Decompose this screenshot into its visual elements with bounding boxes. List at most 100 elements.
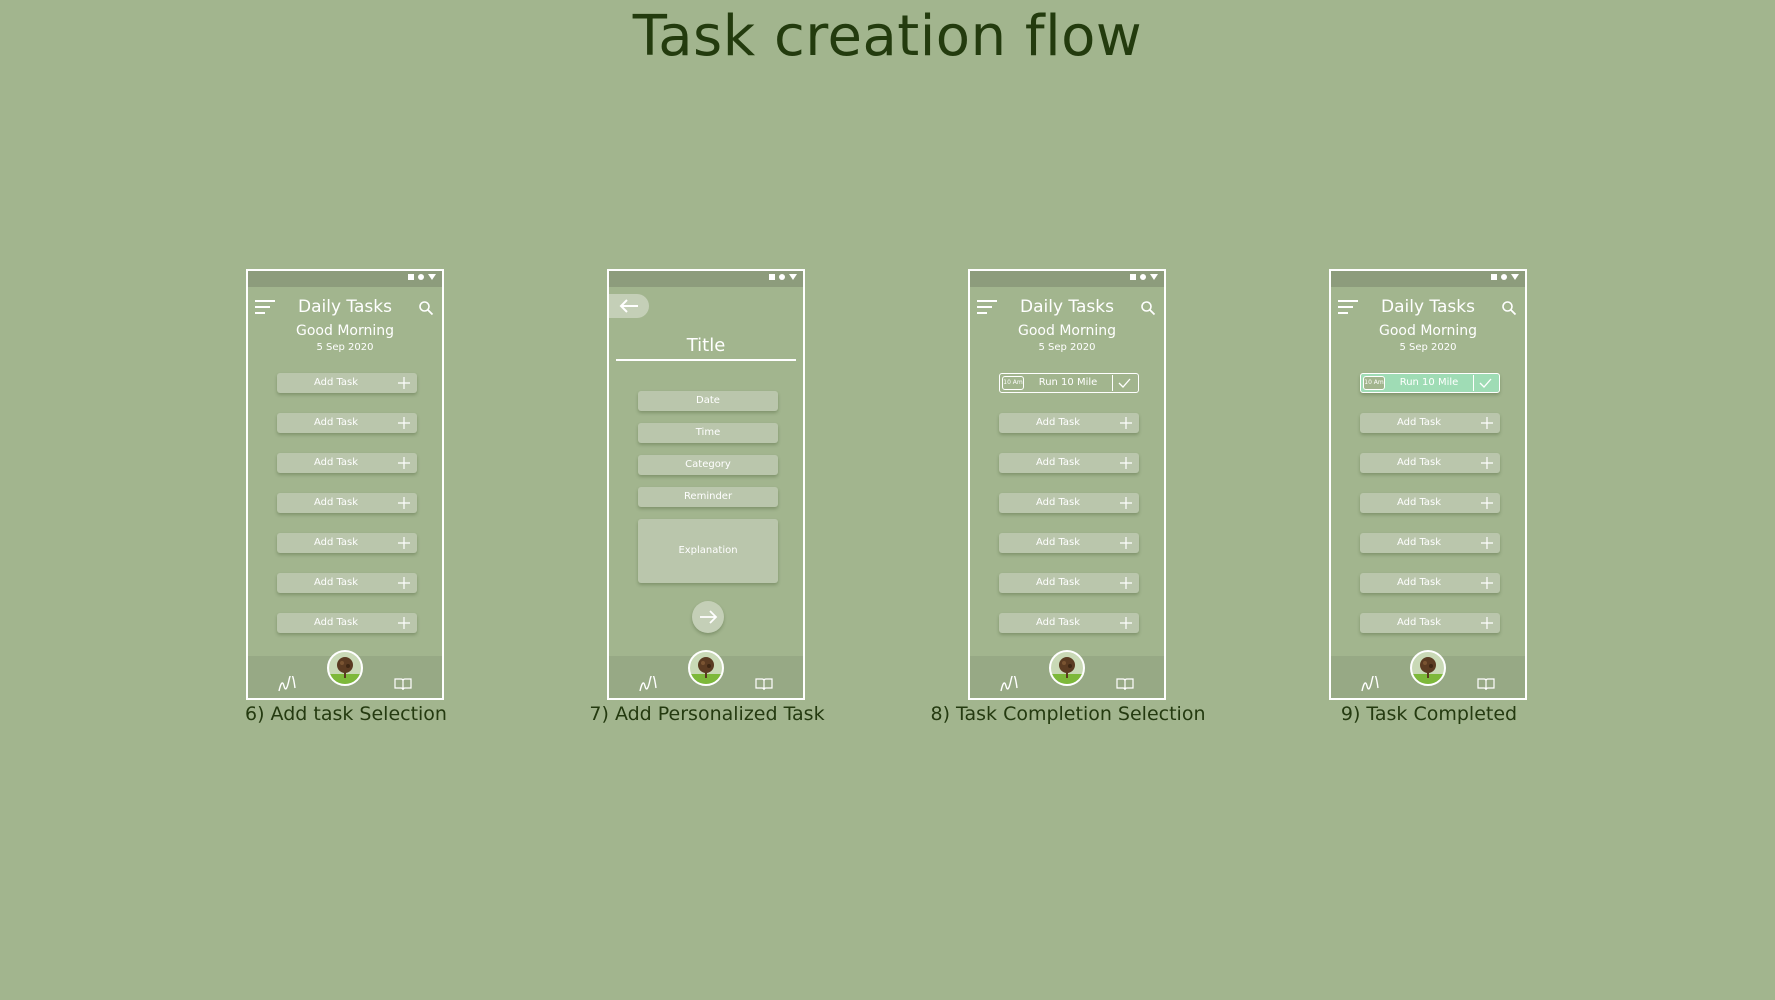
plus-icon bbox=[1120, 497, 1132, 509]
add-task-button[interactable]: Add Task bbox=[999, 533, 1139, 553]
greeting: Good Morning bbox=[1379, 323, 1477, 339]
status-bar bbox=[1331, 271, 1525, 287]
plus-icon bbox=[398, 497, 410, 509]
book-icon[interactable] bbox=[1116, 677, 1134, 691]
add-task-button[interactable]: Add Task bbox=[277, 413, 417, 433]
plus-icon bbox=[1481, 497, 1493, 509]
phone-screen-task-completed: Daily Tasks Good Morning 5 Sep 2020 10 A… bbox=[1329, 269, 1527, 700]
status-bar bbox=[609, 271, 803, 287]
complete-checkbox[interactable] bbox=[1473, 375, 1497, 391]
screen-caption: 9) Task Completed bbox=[1340, 703, 1518, 725]
reminder-field[interactable]: Reminder bbox=[638, 487, 778, 507]
search-icon[interactable] bbox=[1501, 300, 1517, 316]
plus-icon bbox=[1481, 577, 1493, 589]
arrow-left-icon bbox=[619, 299, 638, 313]
title-field[interactable]: Title bbox=[616, 335, 796, 361]
add-task-button[interactable]: Add Task bbox=[277, 453, 417, 473]
date-label: 5 Sep 2020 bbox=[1399, 342, 1457, 353]
complete-checkbox[interactable] bbox=[1112, 375, 1136, 391]
book-icon[interactable] bbox=[755, 677, 773, 691]
category-field[interactable]: Category bbox=[638, 455, 778, 475]
date-label: 5 Sep 2020 bbox=[316, 342, 374, 353]
title-text: Title bbox=[686, 335, 726, 356]
add-task-button[interactable]: Add Task bbox=[277, 373, 417, 393]
search-icon[interactable] bbox=[418, 300, 434, 316]
add-task-button[interactable]: Add Task bbox=[277, 493, 417, 513]
next-button[interactable] bbox=[692, 601, 724, 633]
page-title: Task creation flow bbox=[632, 4, 1143, 69]
plus-icon bbox=[1120, 417, 1132, 429]
add-task-button[interactable]: Add Task bbox=[999, 573, 1139, 593]
activity-wave-icon[interactable] bbox=[639, 676, 657, 692]
add-task-button[interactable]: Add Task bbox=[277, 533, 417, 553]
greeting: Good Morning bbox=[1018, 323, 1116, 339]
plus-icon bbox=[1120, 617, 1132, 629]
plus-icon bbox=[398, 417, 410, 429]
screen-caption: 6) Add task Selection bbox=[245, 703, 447, 725]
plus-icon bbox=[398, 377, 410, 389]
status-icons bbox=[408, 274, 436, 280]
app-title: Daily Tasks bbox=[298, 297, 392, 317]
completed-task-item[interactable]: 10 Am Run 10 Mile bbox=[1360, 373, 1500, 393]
status-icons bbox=[1130, 274, 1158, 280]
status-icons bbox=[1491, 274, 1519, 280]
plus-icon bbox=[398, 457, 410, 469]
add-task-button[interactable]: Add Task bbox=[1360, 493, 1500, 513]
plus-icon bbox=[398, 537, 410, 549]
phone-screen-add-personalized-task: Title Date Time Category Reminder Explan… bbox=[607, 269, 805, 700]
avatar[interactable] bbox=[1049, 650, 1085, 686]
plus-icon bbox=[1481, 617, 1493, 629]
plus-icon bbox=[398, 577, 410, 589]
phone-screen-add-task-selection: Daily Tasks Good Morning 5 Sep 2020 Add … bbox=[246, 269, 444, 700]
add-task-button[interactable]: Add Task bbox=[1360, 453, 1500, 473]
explanation-field[interactable]: Explanation bbox=[638, 519, 778, 583]
screen-caption: 7) Add Personalized Task bbox=[589, 703, 825, 725]
search-icon[interactable] bbox=[1140, 300, 1156, 316]
phone-screen-task-completion-selection: Daily Tasks Good Morning 5 Sep 2020 10 A… bbox=[968, 269, 1166, 700]
avatar[interactable] bbox=[688, 650, 724, 686]
scheduled-task-item[interactable]: 10 Am Run 10 Mile bbox=[999, 373, 1139, 393]
add-task-button[interactable]: Add Task bbox=[999, 413, 1139, 433]
activity-wave-icon[interactable] bbox=[1000, 676, 1018, 692]
screen-caption: 8) Task Completion Selection bbox=[930, 703, 1206, 725]
task-label: Run 10 Mile bbox=[1038, 377, 1098, 388]
greeting: Good Morning bbox=[296, 323, 394, 339]
plus-icon bbox=[1481, 457, 1493, 469]
app-title: Daily Tasks bbox=[1020, 297, 1114, 317]
checkmark-icon bbox=[1118, 378, 1131, 388]
activity-wave-icon[interactable] bbox=[278, 676, 296, 692]
add-task-button[interactable]: Add Task bbox=[999, 613, 1139, 633]
back-button[interactable] bbox=[609, 294, 649, 318]
app-title: Daily Tasks bbox=[1381, 297, 1475, 317]
status-icons bbox=[769, 274, 797, 280]
plus-icon bbox=[1120, 537, 1132, 549]
avatar[interactable] bbox=[327, 650, 363, 686]
book-icon[interactable] bbox=[1477, 677, 1495, 691]
add-task-button[interactable]: Add Task bbox=[277, 613, 417, 633]
avatar[interactable] bbox=[1410, 650, 1446, 686]
arrow-right-icon bbox=[700, 610, 718, 624]
book-icon[interactable] bbox=[394, 677, 412, 691]
add-task-button[interactable]: Add Task bbox=[1360, 413, 1500, 433]
add-task-button[interactable]: Add Task bbox=[1360, 533, 1500, 553]
date-label: 5 Sep 2020 bbox=[1038, 342, 1096, 353]
task-label: Run 10 Mile bbox=[1399, 377, 1459, 388]
plus-icon bbox=[1120, 577, 1132, 589]
add-task-button[interactable]: Add Task bbox=[999, 493, 1139, 513]
checkmark-icon bbox=[1479, 378, 1492, 388]
plus-icon bbox=[1481, 417, 1493, 429]
add-task-button[interactable]: Add Task bbox=[277, 573, 417, 593]
plus-icon bbox=[398, 617, 410, 629]
task-time-badge: 10 Am bbox=[1002, 376, 1024, 390]
add-task-button[interactable]: Add Task bbox=[1360, 613, 1500, 633]
date-field[interactable]: Date bbox=[638, 391, 778, 411]
plus-icon bbox=[1120, 457, 1132, 469]
time-field[interactable]: Time bbox=[638, 423, 778, 443]
status-bar bbox=[970, 271, 1164, 287]
add-task-button[interactable]: Add Task bbox=[1360, 573, 1500, 593]
status-bar bbox=[248, 271, 442, 287]
activity-wave-icon[interactable] bbox=[1361, 676, 1379, 692]
plus-icon bbox=[1481, 537, 1493, 549]
task-time-badge: 10 Am bbox=[1363, 376, 1385, 390]
add-task-button[interactable]: Add Task bbox=[999, 453, 1139, 473]
